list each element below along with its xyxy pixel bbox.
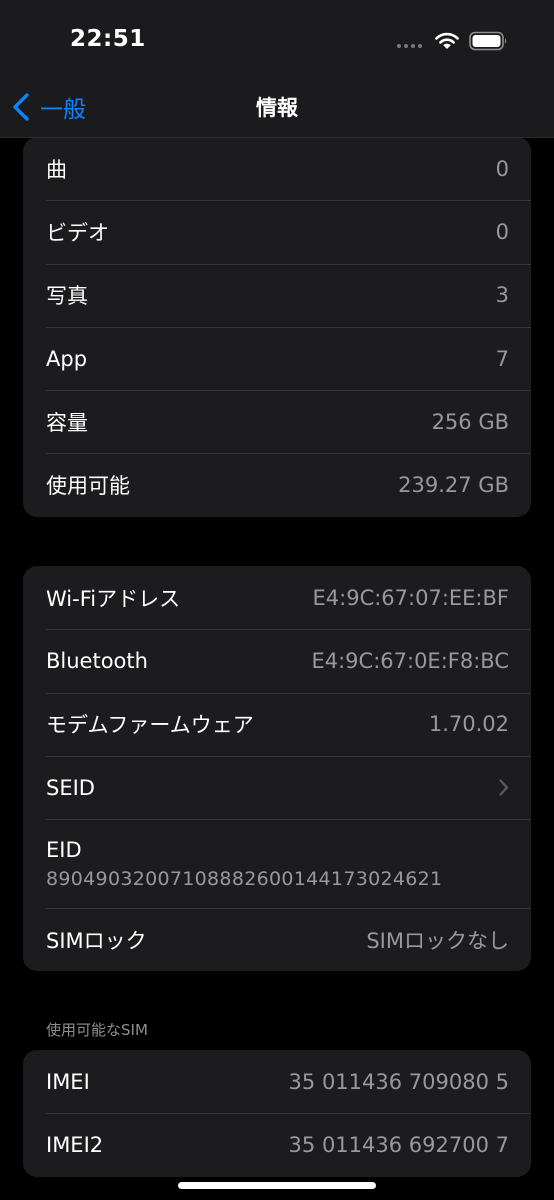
row-capacity: 容量 256 GB <box>23 390 531 453</box>
row-value: 3 <box>495 283 509 308</box>
cellular-signal-icon <box>397 44 422 48</box>
row-value: 35 011436 709080 5 <box>288 1069 509 1094</box>
row-seid[interactable]: SEID <box>23 755 531 819</box>
row-apps: App 7 <box>23 326 531 390</box>
media-storage-group: 曲 0 ビデオ 0 写真 3 App 7 容量 256 GB 使用可能 239.… <box>23 137 531 517</box>
row-value: 1.70.02 <box>428 712 509 737</box>
battery-icon <box>469 31 507 51</box>
available-sim-header: 使用可能なSIM <box>46 1021 148 1039</box>
row-label: App <box>46 346 88 371</box>
row-value: 239.27 GB <box>398 473 509 498</box>
chevron-right-icon <box>499 779 509 796</box>
navigation-header: 22:51 一般 情報 <box>0 0 554 138</box>
scroll-content[interactable]: 曲 0 ビデオ 0 写真 3 App 7 容量 256 GB 使用可能 239.… <box>0 0 554 1200</box>
row-label: IMEI <box>46 1069 90 1094</box>
row-value: 0 <box>495 156 509 181</box>
row-eid[interactable]: EID 89049032007108882600144173024621 <box>23 819 531 908</box>
sim-imei-group: IMEI 35 011436 709080 5 IMEI2 35 011436 … <box>23 1050 531 1177</box>
row-label: 写真 <box>46 284 88 309</box>
row-available: 使用可能 239.27 GB <box>23 453 531 516</box>
row-value: 35 011436 692700 7 <box>288 1132 509 1157</box>
row-label: 曲 <box>46 157 67 182</box>
row-label: モデムファームウェア <box>46 713 254 738</box>
row-label: SEID <box>46 775 95 800</box>
row-value: E4:9C:67:0E:F8:BC <box>311 648 509 673</box>
row-songs: 曲 0 <box>23 137 531 200</box>
row-value: 7 <box>495 346 509 371</box>
home-indicator[interactable] <box>178 1182 376 1189</box>
wifi-icon <box>435 32 459 49</box>
about-screen: 曲 0 ビデオ 0 写真 3 App 7 容量 256 GB 使用可能 239.… <box>0 0 554 1200</box>
row-label: IMEI2 <box>46 1132 104 1157</box>
row-label: 容量 <box>46 410 88 435</box>
eid-value: 89049032007108882600144173024621 <box>46 867 443 890</box>
status-time: 22:51 <box>70 26 146 52</box>
row-imei[interactable]: IMEI 35 011436 709080 5 <box>23 1050 531 1113</box>
row-wifi-address[interactable]: Wi-Fiアドレス E4:9C:67:07:EE:BF <box>23 566 531 629</box>
row-sim-lock: SIMロック SIMロックなし <box>23 908 531 971</box>
row-label: ビデオ <box>46 220 109 245</box>
row-modem-firmware[interactable]: モデムファームウェア 1.70.02 <box>23 692 531 756</box>
row-value: SIMロックなし <box>366 928 509 953</box>
row-imei2[interactable]: IMEI2 35 011436 692700 7 <box>23 1113 531 1176</box>
page-title: 情報 <box>256 96 298 120</box>
row-photos: 写真 3 <box>23 263 531 327</box>
row-value: 256 GB <box>431 409 509 434</box>
row-label: Wi-Fiアドレス <box>46 586 181 611</box>
row-label: 使用可能 <box>46 474 130 499</box>
network-info-group: Wi-Fiアドレス E4:9C:67:07:EE:BF Bluetooth E4… <box>23 566 531 972</box>
row-value: 0 <box>495 219 509 244</box>
row-label: EID <box>46 837 82 862</box>
row-videos: ビデオ 0 <box>23 200 531 263</box>
row-value: E4:9C:67:07:EE:BF <box>312 585 510 610</box>
row-bluetooth[interactable]: Bluetooth E4:9C:67:0E:F8:BC <box>23 629 531 692</box>
row-label: SIMロック <box>46 928 147 953</box>
row-label: Bluetooth <box>46 648 148 673</box>
